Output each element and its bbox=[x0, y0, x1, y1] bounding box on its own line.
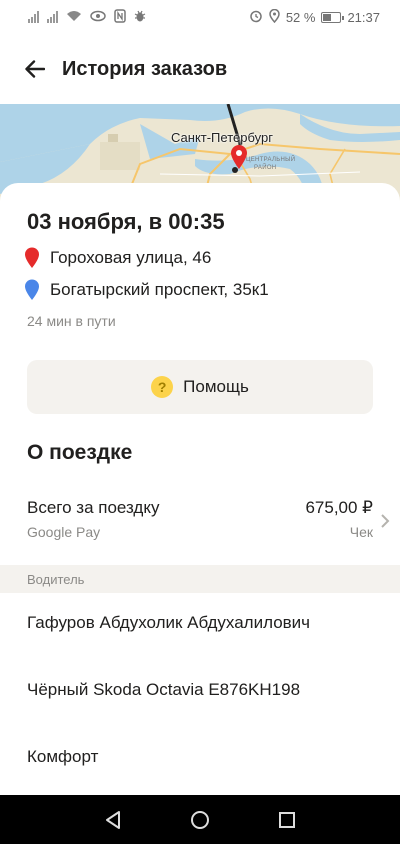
driver-section-label: Водитель bbox=[27, 571, 85, 587]
total-value: 675,00 ₽ bbox=[305, 498, 373, 517]
payment-method: Google Pay bbox=[27, 524, 101, 540]
to-address-row: Богатырский проспект, 35к1 bbox=[24, 279, 269, 301]
receipt-link[interactable]: Чек bbox=[350, 524, 373, 540]
system-nav-bar bbox=[0, 795, 400, 844]
red-pin-icon bbox=[25, 247, 39, 268]
battery-icon bbox=[321, 11, 345, 23]
from-address-row: Гороховая улица, 46 bbox=[24, 247, 211, 269]
total-label: Всего за поездку bbox=[27, 498, 160, 517]
tariff-name: Комфорт bbox=[27, 747, 99, 766]
square-recents-icon bbox=[278, 811, 295, 828]
trip-section-title: О поездке bbox=[27, 441, 133, 464]
triangle-back-icon bbox=[106, 810, 121, 829]
back-button[interactable] bbox=[20, 54, 50, 84]
circle-home-icon bbox=[190, 810, 209, 829]
map-district-line2: РАЙОН bbox=[254, 165, 277, 171]
nav-back-button[interactable] bbox=[97, 804, 129, 836]
car-info: Чёрный Skoda Octavia E876KH198 bbox=[27, 680, 301, 699]
nav-home-button[interactable] bbox=[184, 804, 216, 836]
nav-recents-button[interactable] bbox=[271, 804, 303, 836]
driver-name: Гафуров Абдухолик Абдухалилович bbox=[27, 613, 311, 632]
from-address: Гороховая улица, 46 bbox=[50, 248, 212, 267]
alarm-icon bbox=[249, 9, 263, 26]
order-date: 03 ноября, в 00:35 bbox=[27, 209, 225, 234]
help-button[interactable]: ? Помощь bbox=[27, 360, 373, 414]
help-button-label: Помощь bbox=[183, 377, 249, 396]
trip-duration: 24 мин в пути bbox=[27, 313, 116, 329]
page-title: История заказов bbox=[62, 57, 228, 80]
nfc-icon bbox=[114, 8, 126, 26]
eye-icon bbox=[90, 10, 106, 25]
clock-text: 21:37 bbox=[347, 9, 380, 25]
location-icon bbox=[269, 8, 280, 26]
bug-icon bbox=[134, 9, 146, 26]
map-district-line1: ЦЕНТРАЛЬНЫЙ bbox=[246, 157, 296, 163]
map-city-label: Санкт-Петербург bbox=[171, 130, 273, 145]
help-question-icon: ? bbox=[151, 376, 174, 398]
to-address: Богатырский проспект, 35к1 bbox=[50, 280, 269, 299]
status-left bbox=[28, 8, 146, 26]
wifi-icon bbox=[66, 10, 82, 25]
signal-icon bbox=[28, 11, 39, 23]
battery-percent-text: 52 % bbox=[285, 9, 316, 25]
blue-pin-icon bbox=[25, 279, 39, 300]
app-header: История заказов bbox=[0, 34, 400, 104]
driver-section-header: Водитель bbox=[0, 565, 400, 593]
order-details-sheet: 03 ноября, в 00:35 Гороховая улица, 46 Б… bbox=[0, 183, 400, 795]
trip-total-row[interactable]: Всего за поездку Google Pay 675,00 ₽ Чек bbox=[0, 488, 400, 548]
chevron-right-icon bbox=[381, 514, 390, 528]
signal-icon bbox=[47, 11, 58, 23]
status-right: 52 % 21:37 bbox=[249, 8, 380, 26]
status-bar: 52 % 21:37 bbox=[0, 0, 400, 34]
arrow-left-icon bbox=[25, 60, 45, 78]
map-district-label: ЦЕНТРАЛЬНЫЙ РАЙОН bbox=[246, 156, 295, 172]
